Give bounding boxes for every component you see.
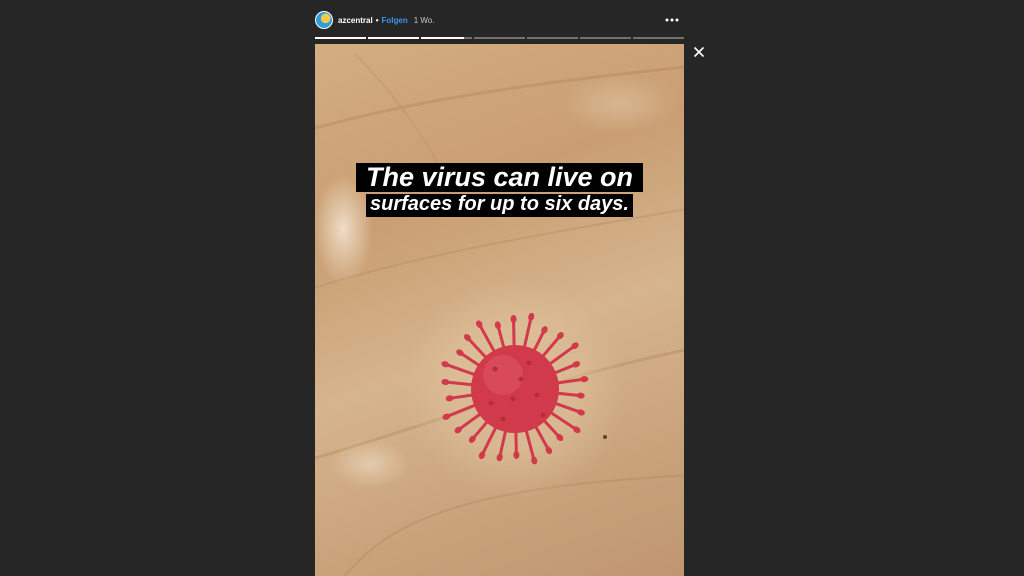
virus-spike (512, 318, 516, 350)
virus-spike (522, 316, 533, 351)
progress-segment (315, 37, 366, 39)
progress-segment (368, 37, 419, 39)
virus-spike-tip (445, 395, 454, 402)
virus-surface-bump (518, 376, 524, 382)
story-progress-bar (315, 37, 684, 39)
progress-segment (580, 37, 631, 39)
virus-spike (546, 344, 576, 367)
caption-text-1: The virus can live on (355, 163, 644, 193)
virus-spike-tip (580, 376, 589, 383)
virus-spike-tip (441, 379, 450, 386)
avatar[interactable] (315, 11, 333, 29)
story-media[interactable]: The virus can live on surfaces for up to… (315, 44, 684, 576)
virus-spike (552, 400, 582, 414)
virus-spike-tip (531, 456, 538, 465)
virus-spike-tip (572, 361, 581, 368)
caption-line-1: The virus can live on (315, 163, 684, 193)
virus-spike (444, 362, 478, 378)
virus-spike-tip (441, 361, 450, 368)
virus-surface-bump (492, 366, 498, 372)
progress-segment (421, 37, 472, 39)
virus-spike (523, 427, 536, 461)
virus-spike-tip (576, 392, 585, 399)
virus-spike-tip (442, 413, 451, 420)
virus-surface-bump (488, 400, 494, 406)
story-header: azcentral • Folgen 1 Wo. (315, 8, 684, 32)
virus-spike-tip (494, 321, 501, 330)
virus-spike (539, 334, 562, 360)
story-viewer: azcentral • Folgen 1 Wo. The virus can l… (0, 0, 1024, 576)
virus-spike (457, 411, 484, 432)
virus-spike-tip (510, 315, 517, 324)
virus-spike (547, 409, 578, 432)
virus-spike (445, 402, 479, 419)
post-time: 1 Wo. (413, 15, 435, 25)
progress-segment (633, 37, 684, 39)
virus-surface-bump (510, 396, 516, 402)
virus-spike (480, 424, 499, 456)
virus-spike-tip (513, 450, 520, 459)
close-icon[interactable] (692, 45, 706, 59)
virus-surface-bump (500, 416, 506, 422)
virus-spike-tip (577, 409, 585, 416)
virus-spike (498, 427, 508, 458)
virus-surface-bump (534, 392, 540, 398)
virus-illustration (441, 312, 589, 465)
virus-spike-tip (496, 453, 503, 462)
follow-button[interactable]: Folgen (382, 16, 408, 25)
virus-spike (554, 377, 585, 385)
caption-line-2: surfaces for up to six days. (315, 194, 684, 217)
username[interactable]: azcentral (338, 16, 373, 25)
virus-spike (466, 336, 489, 361)
virus-surface-bump (540, 412, 546, 418)
separator: • (375, 15, 379, 25)
caption-text-2: surfaces for up to six days. (366, 194, 633, 217)
virus-spike (445, 380, 476, 387)
progress-segment (527, 37, 578, 39)
more-options-icon[interactable] (664, 12, 680, 28)
virus-highlight (483, 355, 523, 395)
virus-spike (477, 323, 497, 355)
virus-spike-tip (528, 312, 535, 321)
virus-spike (533, 423, 551, 452)
virus-surface-bump (526, 360, 532, 366)
progress-segment (474, 37, 525, 39)
